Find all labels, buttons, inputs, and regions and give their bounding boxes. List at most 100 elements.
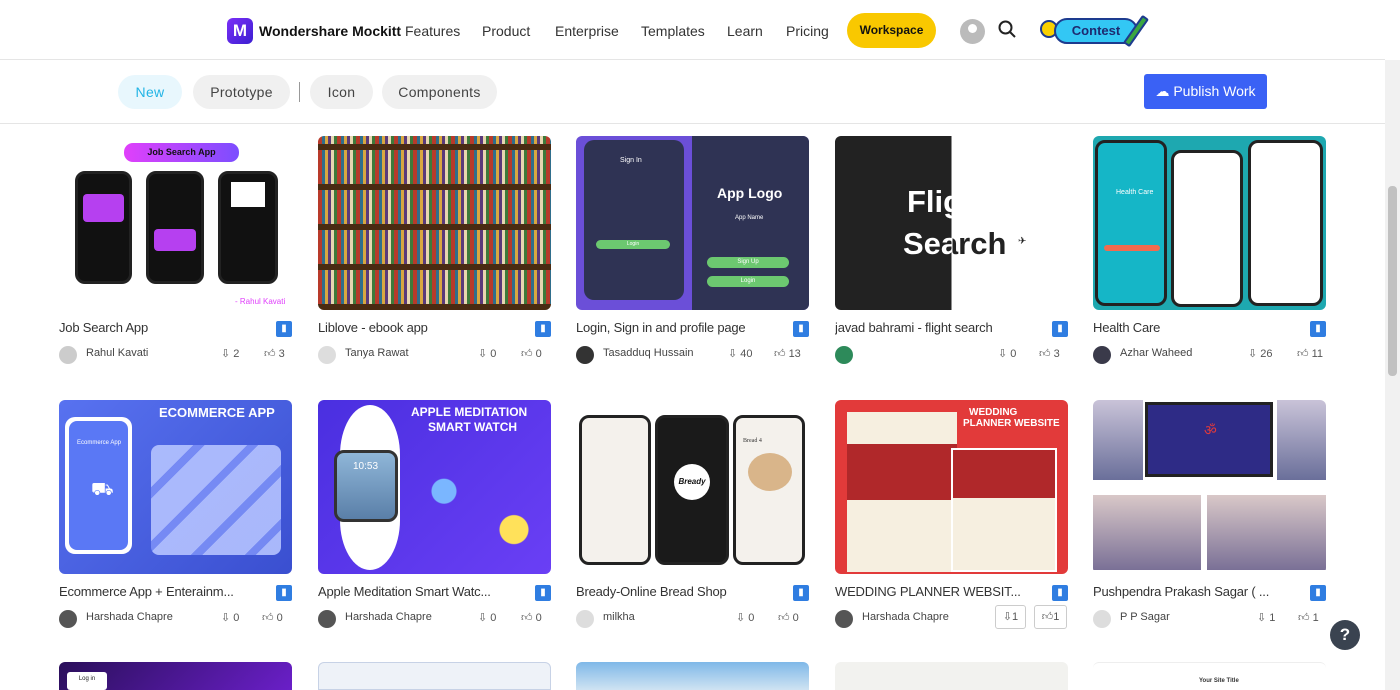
card-thumbnail[interactable]: ॐ [1093,400,1326,574]
card-thumbnail[interactable]: Bready Bread 4 [576,400,809,574]
page-scrollbar[interactable] [1385,60,1400,690]
search-icon[interactable] [998,20,1016,38]
mockitt-badge-icon: ▮ [793,585,809,601]
template-card[interactable]: Health Care Health Care ▮ Azhar Waheed ⇩… [1093,136,1326,371]
author-name[interactable]: Rahul Kavati [86,347,148,359]
author-avatar[interactable] [1093,610,1111,628]
nav-link-templates[interactable]: Templates [641,23,705,39]
card-title[interactable]: javad bahrami - flight search [835,320,1035,335]
thumb-title-line2: Search [903,226,1007,261]
card-thumbnail[interactable]: Fligth Search ✈ [835,136,1068,310]
nav-link-enterprise[interactable]: Enterprise [555,23,619,39]
thumb-sign-in: Sign In [620,157,642,164]
card-title[interactable]: Bready-Online Bread Shop [576,584,776,599]
card-title[interactable]: Health Care [1093,320,1293,335]
author-name[interactable]: Azhar Waheed [1120,347,1192,359]
thumb-title: ECOMMERCE APP [159,405,275,420]
card-title[interactable]: Pushpendra Prakash Sagar ( ... [1093,584,1293,599]
card-thumbnail[interactable]: Job Search App - Rahul Kavati [59,136,292,310]
publish-work-button[interactable]: ☁ Publish Work [1144,74,1267,109]
scrollbar-thumb[interactable] [1388,186,1397,376]
phone-mockup: Bread 4 [733,415,805,565]
user-avatar-icon[interactable] [960,19,985,44]
template-card[interactable]: WEDDING PLANNER WEBSITE WEDDING PLANNER … [835,400,1068,635]
download-icon: ⇩ [728,348,741,360]
like-value: 3 [1053,348,1060,360]
template-card[interactable]: ॐ Pushpendra Prakash Sagar ( ... ▮ P P S… [1093,400,1326,635]
filter-chip-new[interactable]: New [118,75,182,109]
author-name[interactable]: Harshada Chapre [345,611,432,623]
author-name[interactable]: Harshada Chapre [86,611,173,623]
author-avatar[interactable] [318,346,336,364]
thumb-title: Job Search App [124,143,239,162]
nav-link-learn[interactable]: Learn [727,23,763,39]
workspace-button[interactable]: Workspace [847,13,936,48]
author-name[interactable]: Tasadduq Hussain [603,347,694,359]
filter-chip-icon[interactable]: Icon [310,75,373,109]
phone-mockup [1171,150,1243,307]
template-card[interactable] [835,662,1068,690]
download-icon: ⇩ [1248,348,1261,360]
nav-link-product[interactable]: Product [482,23,530,39]
author-avatar[interactable] [59,346,77,364]
like-button[interactable]: 👍︎1 [1034,605,1067,629]
filter-chip-components[interactable]: Components [382,75,497,109]
tv-screen [1207,495,1326,570]
card-thumbnail[interactable]: Health Care [1093,136,1326,310]
template-card[interactable]: APPLE MEDITATION SMART WATCH 10:53 Apple… [318,400,551,635]
author-avatar[interactable] [576,610,594,628]
template-card[interactable]: Log in [59,662,292,690]
author-avatar[interactable] [1093,346,1111,364]
nav-link-features[interactable]: Features [405,23,460,39]
contest-button[interactable]: Contest [1040,14,1150,48]
thumb-title-line2: SMART WATCH [428,420,518,434]
brand-name[interactable]: Wondershare Mockitt [259,23,401,39]
like-value: 0 [535,612,542,624]
filter-bar: New Prototype Icon Components ☁ Publish … [0,61,1385,124]
download-icon: ⇩ [1257,612,1270,624]
filter-chip-prototype[interactable]: Prototype [193,75,290,109]
template-card[interactable] [576,662,809,690]
template-card[interactable]: Liblove - ebook app ▮ Tanya Rawat ⇩ 0 👍︎… [318,136,551,371]
card-title[interactable]: Ecommerce App + Enterainm... [59,584,259,599]
template-card[interactable]: Bready Bread 4 Bready-Online Bread Shop … [576,400,809,635]
template-card[interactable]: Fligth Search ✈ javad bahrami - flight s… [835,136,1068,371]
card-thumbnail[interactable] [318,136,551,310]
author-name[interactable]: Tanya Rawat [345,347,409,359]
card-thumbnail[interactable]: APPLE MEDITATION SMART WATCH 10:53 [318,400,551,574]
thumb-login-btn: Login [596,240,670,249]
card-title[interactable]: WEDDING PLANNER WEBSIT... [835,584,1035,599]
download-icon: ⇩ [736,612,749,624]
template-card[interactable]: Sign In Login App Logo App Name Sign Up … [576,136,809,371]
author-name[interactable]: P P Sagar [1120,611,1170,623]
download-button[interactable]: ⇩1 [995,605,1026,629]
mockitt-logo-icon[interactable]: M [227,18,253,44]
thumbs-up-icon: 👍︎ [778,612,793,624]
card-title[interactable]: Job Search App [59,320,259,335]
author-name[interactable]: milkha [603,611,635,623]
author-avatar[interactable] [835,346,853,364]
author-name[interactable]: Harshada Chapre [862,611,949,623]
card-thumbnail[interactable]: WEDDING PLANNER WEBSITE [835,400,1068,574]
card-thumbnail[interactable]: ECOMMERCE APP Ecommerce App ⛟ [59,400,292,574]
help-button[interactable]: ? [1330,620,1360,650]
card-thumbnail[interactable]: Sign In Login App Logo App Name Sign Up … [576,136,809,310]
phone-mockup: Ecommerce App ⛟ [65,417,132,554]
thumbs-up-icon: 👍︎ [262,612,277,624]
author-avatar[interactable] [318,610,336,628]
template-card[interactable]: Your Site Title [1093,662,1326,690]
phone-screen: App Logo App Name Sign Up Login [692,136,809,310]
thumbs-up-icon: 👍︎ [264,348,279,360]
card-title[interactable]: Login, Sign in and profile page [576,320,776,335]
card-title[interactable]: Apple Meditation Smart Watc... [318,584,518,599]
template-card[interactable] [318,662,551,690]
card-title[interactable]: Liblove - ebook app [318,320,518,335]
download-value: 2 [233,348,240,360]
author-avatar[interactable] [835,610,853,628]
author-avatar[interactable] [59,610,77,628]
template-card[interactable]: Job Search App - Rahul Kavati Job Search… [59,136,292,371]
author-avatar[interactable] [576,346,594,364]
nav-link-pricing[interactable]: Pricing [786,23,829,39]
thumb-login: Log in [67,672,107,690]
template-card[interactable]: ECOMMERCE APP Ecommerce App ⛟ Ecommerce … [59,400,292,635]
